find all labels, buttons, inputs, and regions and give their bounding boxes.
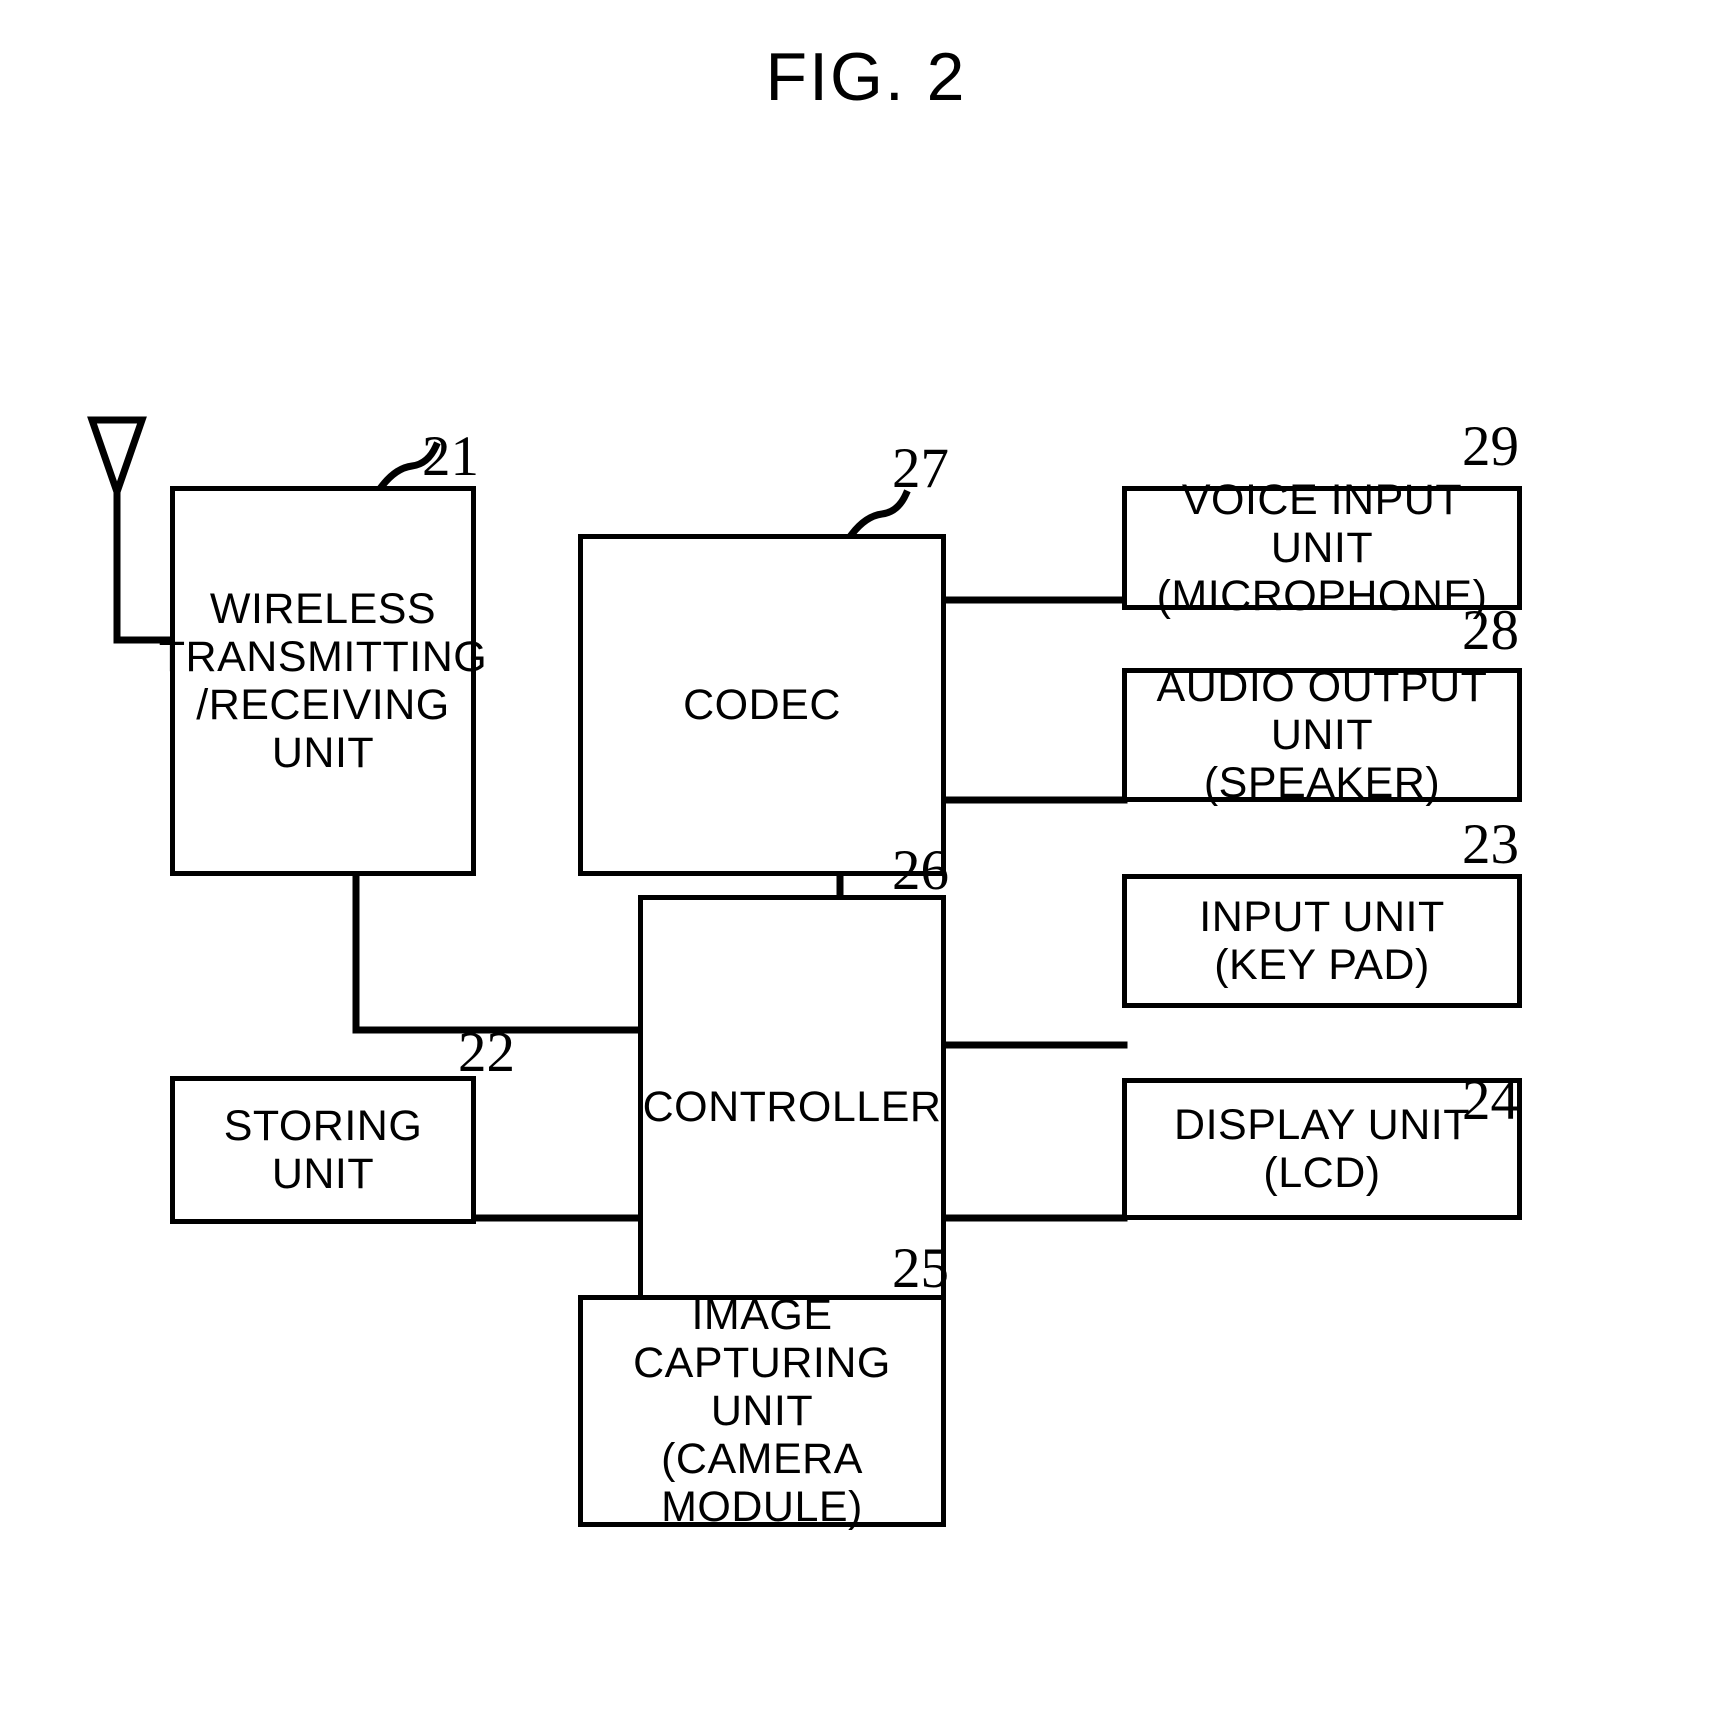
ref-number-23: 23 <box>1462 813 1519 876</box>
ref-number-25: 25 <box>892 1237 949 1300</box>
block-wireless-label: WIRELESS TRANSMITTING /RECEIVING UNIT <box>158 584 488 778</box>
patent-figure: FIG. 2 WIRELESS TRANSMITTING /RECEIVING … <box>0 0 1732 1727</box>
block-storing-unit[interactable]: STORING UNIT <box>170 1076 476 1224</box>
ref-number-29: 29 <box>1462 415 1519 478</box>
block-input-unit-label: INPUT UNIT (KEY PAD) <box>1199 892 1445 989</box>
ref-number-28: 28 <box>1462 599 1519 662</box>
block-voice-input-unit[interactable]: VOICE INPUT UNIT (MICROPHONE) <box>1122 476 1522 620</box>
block-codec[interactable]: CODEC <box>578 534 946 876</box>
ref-number-22: 22 <box>458 1021 515 1084</box>
ref-number-24: 24 <box>1462 1069 1519 1132</box>
block-audio-output-label: AUDIO OUTPUT UNIT (SPEAKER) <box>1156 662 1488 808</box>
block-audio-output-unit[interactable]: AUDIO OUTPUT UNIT (SPEAKER) <box>1122 663 1522 807</box>
link-wireless-controller <box>352 869 644 1034</box>
block-controller-label: CONTROLLER <box>642 1083 942 1132</box>
block-storing-unit-label: STORING UNIT <box>223 1101 423 1198</box>
block-wireless-transmitting-receiving-unit[interactable]: WIRELESS TRANSMITTING /RECEIVING UNIT <box>159 486 487 876</box>
antenna-icon <box>87 416 147 503</box>
block-image-capturing-label: IMAGE CAPTURING UNIT (CAMERA MODULE) <box>633 1290 891 1532</box>
block-voice-input-label: VOICE INPUT UNIT (MICROPHONE) <box>1156 475 1488 621</box>
ref-number-27: 27 <box>892 437 949 500</box>
block-input-unit[interactable]: INPUT UNIT (KEY PAD) <box>1122 874 1522 1008</box>
leader-27 <box>847 489 911 539</box>
ref-number-26: 26 <box>892 839 949 902</box>
block-display-unit-label: DISPLAY UNIT (LCD) <box>1174 1100 1470 1197</box>
block-codec-label: CODEC <box>683 680 841 729</box>
block-image-capturing-unit[interactable]: IMAGE CAPTURING UNIT (CAMERA MODULE) <box>578 1291 946 1531</box>
ref-number-21: 21 <box>422 425 479 488</box>
